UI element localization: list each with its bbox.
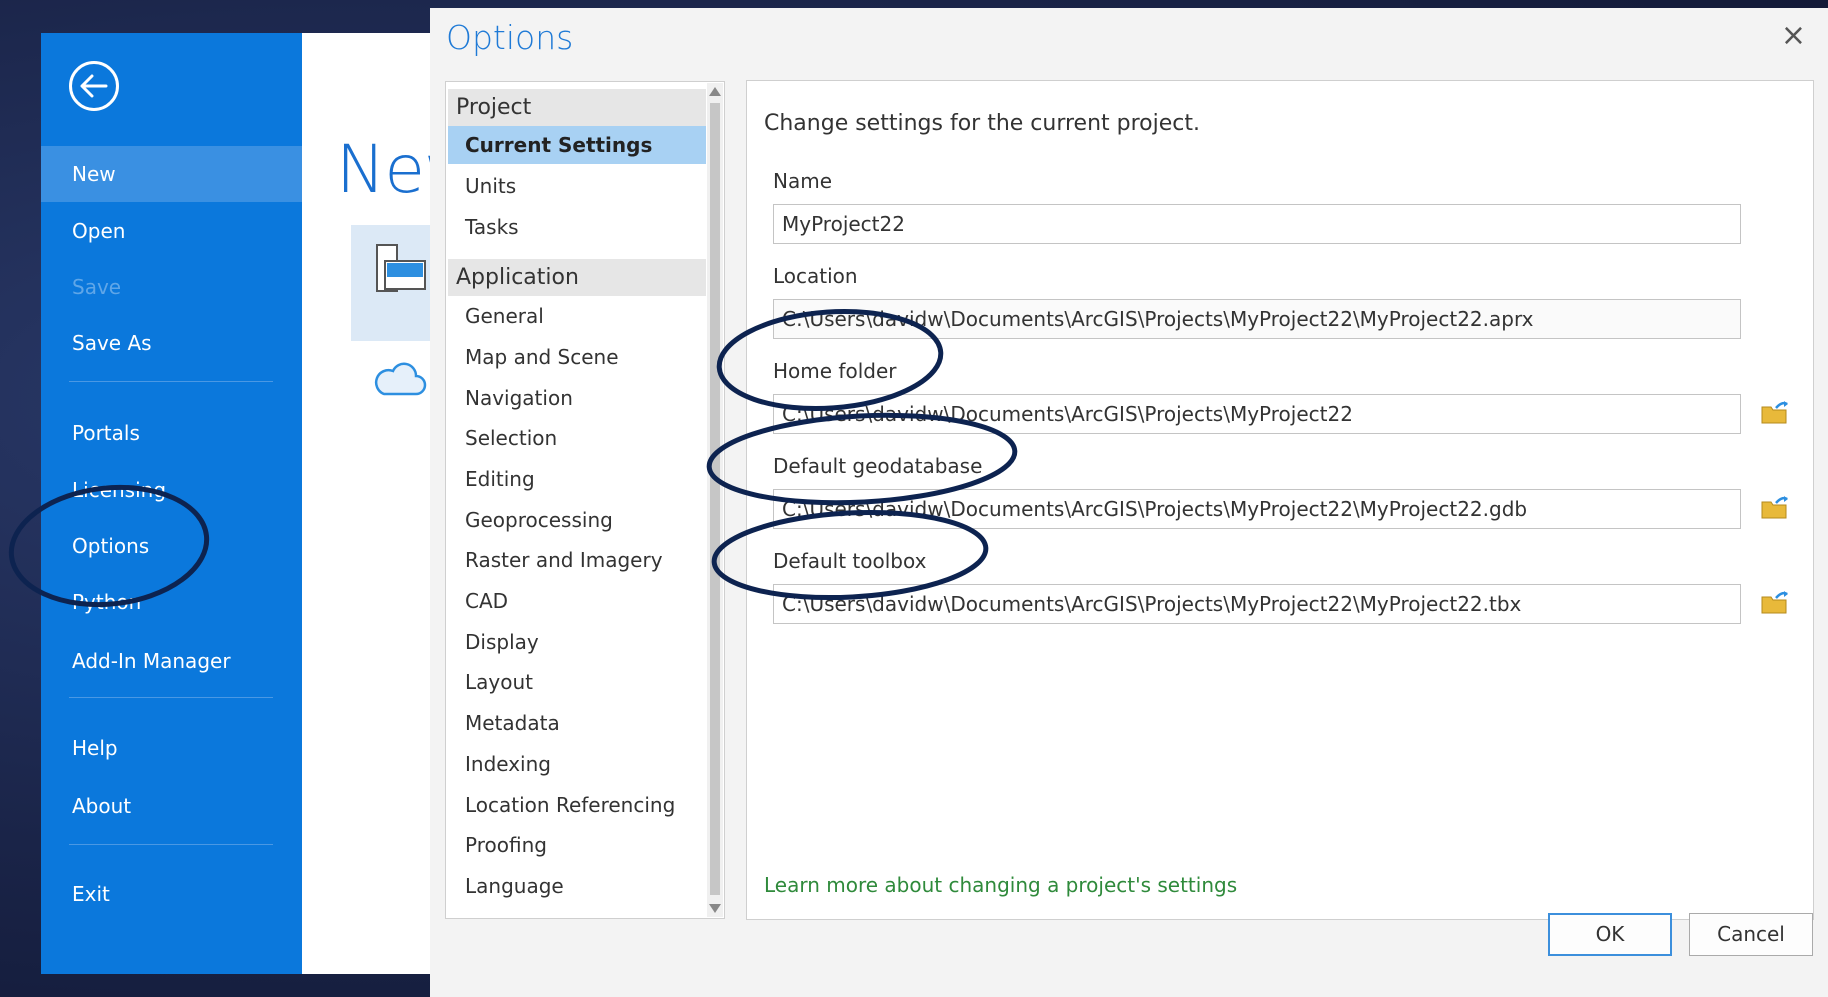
backstage-item-help[interactable]: Help <box>41 720 302 776</box>
name-label: Name <box>773 169 833 193</box>
cancel-button[interactable]: Cancel <box>1689 913 1813 956</box>
folder-icon[interactable] <box>1760 399 1790 425</box>
backstage-item-new[interactable]: New <box>41 146 302 202</box>
default-toolbox-label: Default toolbox <box>773 549 927 573</box>
home-folder-field[interactable]: C:\Users\davidw\Documents\ArcGIS\Project… <box>773 394 1741 434</box>
nav-item-selection[interactable]: Selection <box>448 419 706 457</box>
nav-item-current-settings[interactable]: Current Settings <box>448 126 706 164</box>
backstage-content: New <box>302 33 478 974</box>
nav-scrollbar[interactable] <box>707 83 723 917</box>
backstage-item-save-as[interactable]: Save As <box>41 315 302 371</box>
backstage-item-python[interactable]: Python <box>41 574 302 630</box>
backstage-divider <box>69 381 273 382</box>
location-field: C:\Users\davidw\Documents\ArcGIS\Project… <box>773 299 1741 339</box>
folder-icon[interactable] <box>1760 494 1790 520</box>
nav-item-indexing[interactable]: Indexing <box>448 745 706 783</box>
dialog-title: Options <box>446 18 574 57</box>
nav-item-location-referencing[interactable]: Location Referencing <box>448 786 706 824</box>
backstage-sidebar: New Open Save Save As Portals Licensing … <box>41 33 302 974</box>
backstage-item-portals[interactable]: Portals <box>41 405 302 461</box>
backstage-item-options[interactable]: Options <box>41 518 302 574</box>
ok-button[interactable]: OK <box>1548 913 1672 956</box>
new-project-icon <box>376 244 426 292</box>
nav-item-general[interactable]: General <box>448 297 706 335</box>
backstage-item-add-in-manager[interactable]: Add-In Manager <box>41 633 302 689</box>
default-geodatabase-label: Default geodatabase <box>773 454 983 478</box>
settings-heading: Change settings for the current project. <box>764 111 1200 136</box>
new-project-tile[interactable] <box>351 225 430 341</box>
default-geodatabase-field[interactable]: C:\Users\davidw\Documents\ArcGIS\Project… <box>773 489 1741 529</box>
scroll-up-icon[interactable] <box>709 87 721 96</box>
nav-item-units[interactable]: Units <box>448 167 706 205</box>
nav-group-header-application: Application <box>448 259 706 296</box>
nav-item-navigation[interactable]: Navigation <box>448 379 706 417</box>
nav-item-map-and-scene[interactable]: Map and Scene <box>448 338 706 376</box>
nav-item-geoprocessing[interactable]: Geoprocessing <box>448 501 706 539</box>
nav-item-layout[interactable]: Layout <box>448 663 706 701</box>
scroll-down-icon[interactable] <box>709 904 721 913</box>
home-folder-label: Home folder <box>773 359 897 383</box>
folder-icon[interactable] <box>1760 589 1790 615</box>
settings-panel: Change settings for the current project.… <box>746 80 1814 920</box>
backstage-divider <box>69 697 273 698</box>
nav-item-tasks[interactable]: Tasks <box>448 208 706 246</box>
cloud-icon[interactable] <box>372 356 428 400</box>
nav-item-customize-the-ribbon[interactable]: Customize the Ribbon <box>448 908 706 918</box>
nav-item-proofing[interactable]: Proofing <box>448 826 706 864</box>
default-toolbox-field[interactable]: C:\Users\davidw\Documents\ArcGIS\Project… <box>773 584 1741 624</box>
close-icon[interactable]: × <box>1781 16 1806 56</box>
nav-item-editing[interactable]: Editing <box>448 460 706 498</box>
scroll-thumb[interactable] <box>710 103 720 895</box>
backstage-item-save: Save <box>72 275 122 299</box>
backstage-item-open[interactable]: Open <box>41 203 302 259</box>
learn-more-link[interactable]: Learn more about changing a project's se… <box>764 873 1237 897</box>
backstage-item-exit[interactable]: Exit <box>41 866 302 922</box>
nav-group-header-project: Project <box>448 89 706 126</box>
location-label: Location <box>773 264 858 288</box>
nav-item-cad[interactable]: CAD <box>448 582 706 620</box>
backstage-item-licensing[interactable]: Licensing <box>41 462 302 518</box>
backstage-item-about[interactable]: About <box>41 778 302 834</box>
backstage-divider <box>69 844 273 845</box>
nav-item-metadata[interactable]: Metadata <box>448 704 706 742</box>
nav-item-raster-and-imagery[interactable]: Raster and Imagery <box>448 541 706 579</box>
back-arrow-icon[interactable] <box>69 61 119 111</box>
options-nav-list: Project Current Settings Units Tasks App… <box>445 81 725 919</box>
nav-item-display[interactable]: Display <box>448 623 706 661</box>
name-field[interactable]: MyProject22 <box>773 204 1741 244</box>
options-dialog: Options × Project Current Settings Units… <box>430 8 1828 997</box>
nav-item-language[interactable]: Language <box>448 867 706 905</box>
